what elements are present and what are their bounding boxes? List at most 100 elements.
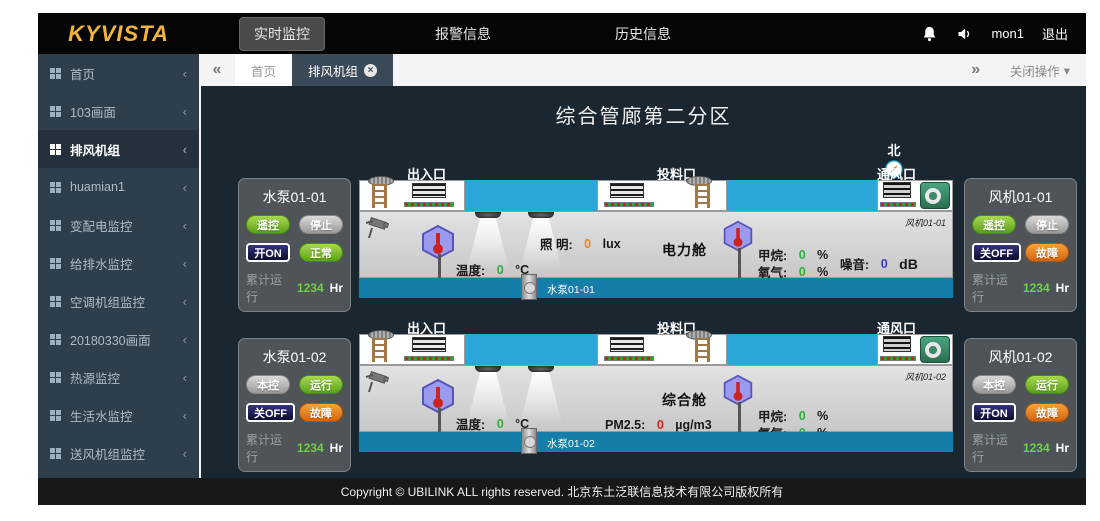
sidebar-item-power-distribution[interactable]: 变配电监控‹ — [38, 206, 199, 244]
remote-control-button[interactable]: 遥控 — [246, 215, 290, 234]
tab-close-icon[interactable]: × — [364, 64, 377, 77]
remote-control-button[interactable]: 遥控 — [972, 215, 1016, 234]
bell-icon[interactable] — [921, 25, 938, 43]
main-canvas: 综合管廊第二分区 北 出入口 投料口 通风口 — [199, 86, 1086, 478]
tab-exhaust-fan-unit[interactable]: 排风机组 × — [292, 54, 393, 86]
diagram-comprehensive-cabin: 出入口 投料口 通风口 — [359, 318, 953, 454]
off-toggle-button[interactable]: 关OFF — [246, 403, 295, 422]
chevron-left-icon: ‹ — [183, 180, 187, 195]
grid-icon — [50, 144, 61, 155]
sidebar-item-home[interactable]: 首页‹ — [38, 54, 199, 92]
fan-unit-icon — [920, 336, 950, 363]
chevron-left-icon: ‹ — [183, 66, 187, 81]
app-window: KYVISTA 实时监控 报警信息 历史信息 mon1 退出 首页‹ 103画面… — [38, 13, 1086, 505]
sidebar-item-20180330-screen[interactable]: 20180330画面‹ — [38, 320, 199, 358]
panel-title: 风机01-01 — [972, 187, 1069, 207]
local-control-button[interactable]: 本控 — [246, 375, 290, 394]
chevron-left-icon: ‹ — [183, 256, 187, 271]
sidebar-item-supply-fan-unit[interactable]: 送风机组监控‹ — [38, 434, 199, 472]
on-toggle-button[interactable]: 开ON — [972, 403, 1016, 422]
stairs-icon — [610, 337, 644, 352]
sidebar-item-domestic-water[interactable]: 生活水监控‹ — [38, 396, 199, 434]
logout-button[interactable]: 退出 — [1042, 24, 1068, 43]
safety-strip-icon — [404, 356, 454, 361]
fault-status-button[interactable]: 故障 — [299, 403, 343, 422]
panel-title: 水泵01-01 — [246, 187, 343, 207]
sidebar-item-huamian1[interactable]: huamian1‹ — [38, 168, 199, 206]
cctv-camera-icon — [364, 368, 394, 403]
pump-strip: 水泵01-02 — [359, 432, 953, 452]
sidebar-item-exhaust-fan-unit[interactable]: 排风机组‹ — [38, 130, 199, 168]
footer-copyright: Copyright © UBILINK ALL rights reserved.… — [38, 478, 1086, 505]
runtime-row: 累计运行1234Hr — [246, 431, 343, 465]
vent-louver-icon — [883, 336, 911, 352]
pump-strip: 水泵01-01 — [359, 278, 953, 298]
stop-status-button[interactable]: 停止 — [299, 215, 343, 234]
normal-status-button[interactable]: 正常 — [299, 243, 343, 262]
nav-realtime-monitor[interactable]: 实时监控 — [239, 17, 325, 51]
sidebar-item-103-screen[interactable]: 103画面‹ — [38, 92, 199, 130]
sidebar-item-hvac-unit[interactable]: 空调机组监控‹ — [38, 282, 199, 320]
vent-louver-icon — [883, 182, 911, 198]
stairs-icon — [610, 183, 644, 198]
ladder-icon — [695, 338, 710, 362]
tab-home[interactable]: 首页 — [235, 54, 292, 86]
page-title: 综合管廊第二分区 — [201, 100, 1086, 129]
chevron-left-icon: ‹ — [183, 294, 187, 309]
temperature-sensor-icon — [722, 374, 754, 411]
grid-icon — [50, 372, 61, 383]
temperature-sensor-icon — [420, 378, 456, 419]
stairs-icon — [412, 337, 446, 352]
corridor-body: 温度:0°C 湿度:0% 照 明:0lux 电力舱 甲烷:0% 氧气:0% — [359, 211, 953, 278]
running-status-button[interactable]: 运行 — [1025, 375, 1069, 394]
safety-strip-icon — [604, 202, 654, 207]
panel-title: 风机01-02 — [972, 347, 1069, 367]
off-toggle-button[interactable]: 关OFF — [972, 243, 1021, 262]
panel-title: 水泵01-02 — [246, 347, 343, 367]
chevron-down-icon: ▾ — [1064, 63, 1070, 78]
runtime-row: 累计运行1234Hr — [972, 271, 1069, 305]
stop-status-button[interactable]: 停止 — [1025, 215, 1069, 234]
tabs-scroll-left-icon[interactable]: « — [199, 54, 235, 86]
grid-icon — [50, 334, 61, 345]
runtime-row: 累计运行1234Hr — [246, 271, 343, 305]
sidebar-item-heat-source[interactable]: 热源监控‹ — [38, 358, 199, 396]
stairs-icon — [412, 183, 446, 198]
grid-icon — [50, 182, 61, 193]
chevron-left-icon: ‹ — [183, 370, 187, 385]
pump-icon — [521, 274, 537, 300]
nav-alarm-info[interactable]: 报警信息 — [421, 18, 505, 50]
pump-tag-label: 水泵01-01 — [547, 282, 595, 297]
noise-reading: 噪音:0dB — [840, 254, 918, 273]
running-status-button[interactable]: 运行 — [299, 375, 343, 394]
speaker-icon[interactable] — [956, 26, 973, 42]
local-control-button[interactable]: 本控 — [972, 375, 1016, 394]
fault-status-button[interactable]: 故障 — [1025, 243, 1069, 262]
tab-bar: « 首页 排风机组 × » 关闭操作 ▾ — [199, 54, 1086, 86]
on-toggle-button[interactable]: 开ON — [246, 243, 290, 262]
grid-icon — [50, 410, 61, 421]
grid-icon — [50, 220, 61, 231]
fan-tag-label: 风机01-02 — [905, 370, 946, 383]
close-operations-dropdown[interactable]: 关闭操作 ▾ — [994, 54, 1086, 86]
sidebar-menu: 首页‹ 103画面‹ 排风机组‹ huamian1‹ 变配电监控‹ 给排水监控‹… — [38, 54, 199, 478]
fault-status-button[interactable]: 故障 — [1025, 403, 1069, 422]
feed-port-structure — [597, 334, 727, 365]
cabin-name-label: 电力舱 — [662, 240, 707, 260]
sidebar-item-water-drainage[interactable]: 给排水监控‹ — [38, 244, 199, 282]
chevron-left-icon: ‹ — [183, 142, 187, 157]
corridor-top-structure — [359, 180, 953, 211]
safety-strip-icon — [880, 356, 916, 361]
tabs-scroll-right-icon[interactable]: » — [958, 54, 994, 86]
ladder-icon — [372, 338, 387, 362]
username-label: mon1 — [991, 26, 1024, 41]
entrance-structure — [359, 180, 465, 211]
cctv-camera-icon — [364, 214, 394, 249]
panel-fan-01-02: 风机01-02 本控 运行 开ON 故障 累计运行1234Hr — [964, 338, 1077, 472]
fan-unit-icon — [920, 182, 950, 209]
entrance-structure — [359, 334, 465, 365]
cabin-name-label: 综合舱 — [662, 390, 707, 410]
grid-icon — [50, 448, 61, 459]
top-header: KYVISTA 实时监控 报警信息 历史信息 mon1 退出 — [38, 13, 1086, 54]
nav-history-info[interactable]: 历史信息 — [601, 18, 685, 50]
